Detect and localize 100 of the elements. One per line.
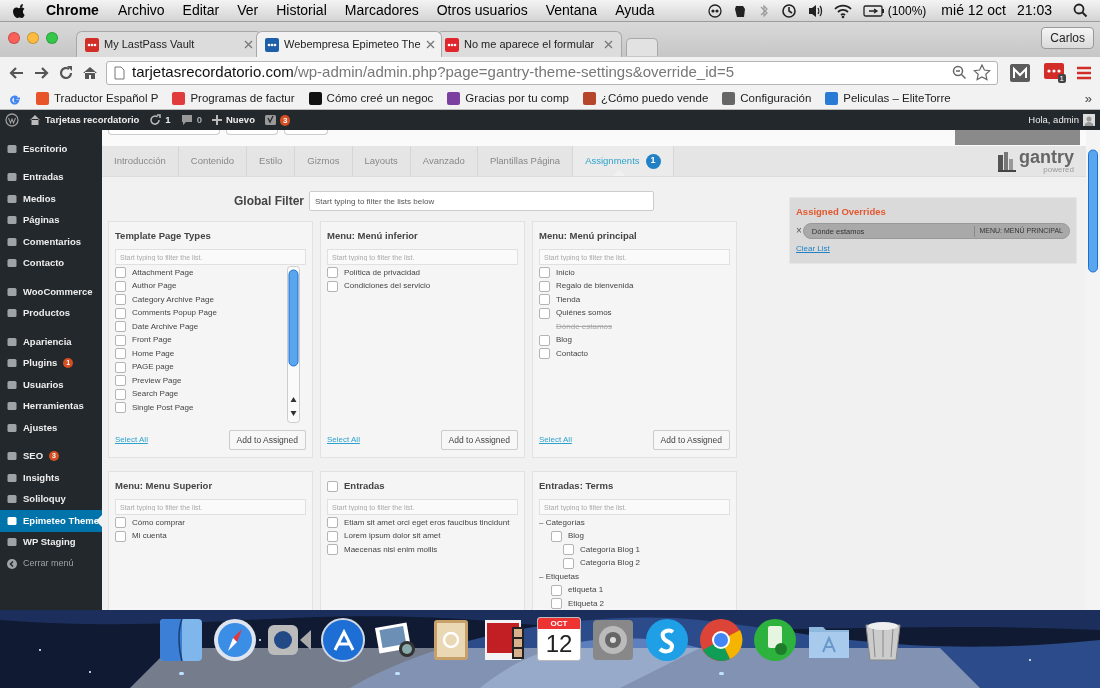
bookmark[interactable]: Traductor Español P	[36, 89, 159, 108]
time-label[interactable]: 21:03	[1016, 0, 1052, 21]
button[interactable]	[226, 130, 278, 135]
checkbox[interactable]	[539, 294, 550, 306]
sidebar-item[interactable]: Contacto	[0, 252, 102, 274]
sidebar-item[interactable]: Comentarios	[0, 231, 102, 253]
close-icon[interactable]	[244, 40, 253, 49]
add-to-assigned-button[interactable]: Add to Assigned	[440, 430, 518, 450]
menu-item[interactable]: Archivo	[117, 0, 165, 21]
date-label[interactable]: mié 12 oct	[941, 0, 1006, 21]
checkbox[interactable]	[115, 388, 126, 400]
dock-item[interactable]: OCT 12	[536, 617, 582, 679]
site-name-link[interactable]: Tarjetas recordatorio	[29, 112, 140, 128]
checkbox[interactable]	[327, 544, 338, 556]
close-window-button[interactable]	[8, 32, 20, 44]
checkbox[interactable]	[327, 280, 338, 292]
sidebar-item[interactable]: Usuarios	[0, 374, 102, 396]
sidebar-item[interactable]: Escritorio	[0, 138, 102, 160]
profile-button[interactable]: Carlos	[1041, 27, 1094, 49]
seo-link[interactable]: 3	[264, 114, 291, 126]
forward-icon[interactable]	[33, 64, 50, 81]
circle-icon[interactable]	[707, 3, 722, 18]
menu-item[interactable]: Ayuda	[615, 0, 655, 21]
bookmark[interactable]: Configuración	[722, 89, 812, 108]
back-icon[interactable]	[8, 64, 25, 81]
checkbox[interactable]	[563, 544, 574, 556]
volume-icon[interactable]	[807, 2, 823, 19]
comments-link[interactable]: 0	[180, 112, 202, 128]
checkbox[interactable]	[115, 530, 126, 542]
button[interactable]	[108, 130, 220, 135]
checkbox[interactable]	[539, 307, 550, 319]
checkbox[interactable]	[115, 294, 126, 306]
browser-tab[interactable]: Webempresa Epimeteo The	[256, 31, 442, 57]
button[interactable]	[284, 130, 328, 135]
minimize-window-button[interactable]	[27, 32, 39, 44]
apple-icon[interactable]	[12, 2, 26, 19]
home-icon[interactable]	[82, 64, 98, 81]
menu-item[interactable]: Ventana	[545, 0, 598, 21]
more-bookmarks-button[interactable]: »	[1084, 88, 1092, 109]
add-to-assigned-button[interactable]: Add to Assigned	[228, 430, 306, 450]
checkbox[interactable]	[115, 307, 126, 319]
clock-icon[interactable]	[780, 2, 797, 19]
sidebar-item[interactable]: Insights	[0, 467, 102, 489]
sidebar-item[interactable]: WP Staging	[0, 531, 102, 553]
checkbox[interactable]	[327, 480, 338, 492]
checkbox[interactable]	[115, 280, 126, 292]
checkbox[interactable]	[539, 280, 550, 292]
checkbox[interactable]	[327, 517, 338, 529]
bookmark[interactable]: Programas de factur	[172, 89, 295, 108]
sidebar-item[interactable]: Herramientas	[0, 395, 102, 417]
scrollbar[interactable]	[1086, 130, 1100, 610]
menu-item[interactable]: Marcadores	[344, 0, 419, 21]
menu-icon[interactable]	[1076, 64, 1092, 81]
new-tab-button[interactable]	[626, 38, 658, 56]
add-to-assigned-button[interactable]: Add to Assigned	[652, 430, 730, 450]
password-manager-icon[interactable]	[1044, 62, 1064, 79]
bookmark[interactable]: ¿Cómo puedo vende	[582, 89, 709, 108]
sidebar-item[interactable]: Soliloquy	[0, 488, 102, 510]
zoom-window-button[interactable]	[46, 32, 58, 44]
bookmark[interactable]: Peliculas – EliteTorre	[825, 89, 951, 108]
menu-item[interactable]: Editar	[182, 0, 220, 21]
checkbox[interactable]	[551, 598, 562, 610]
checkbox[interactable]	[115, 361, 126, 373]
new-content-link[interactable]: Nuevo	[211, 112, 255, 128]
checkbox[interactable]	[327, 267, 338, 279]
star-icon[interactable]	[973, 64, 991, 81]
close-icon[interactable]	[425, 40, 435, 49]
checkbox[interactable]	[115, 375, 126, 387]
scrollbar[interactable]	[287, 266, 300, 423]
bookmark[interactable]: Gracias por tu comp	[447, 89, 569, 108]
account-menu[interactable]: Hola, admin	[1028, 112, 1095, 128]
menu-item[interactable]: Historial	[276, 0, 327, 21]
checkbox[interactable]	[539, 267, 550, 279]
wordpress-logo-icon[interactable]	[5, 113, 19, 127]
sidebar-item[interactable]: Epimeteo Theme	[0, 510, 102, 532]
sidebar-item[interactable]: Apariencia	[0, 331, 102, 353]
sidebar-item[interactable]: Páginas	[0, 209, 102, 231]
menu-item[interactable]: Ver	[237, 0, 259, 21]
sidebar-item[interactable]: WooCommerce	[0, 281, 102, 303]
updates-link[interactable]: 1	[149, 112, 171, 128]
global-filter-field[interactable]: Start typing to filter the lists below	[309, 191, 654, 211]
settings-tab[interactable]: Assignments 1	[573, 146, 674, 176]
checkbox[interactable]	[539, 348, 550, 360]
sidebar-item[interactable]: Ajustes	[0, 417, 102, 439]
wifi-icon[interactable]	[833, 2, 852, 19]
bookmark[interactable]: Cómo creé un negoc	[308, 89, 434, 108]
checkbox[interactable]	[115, 517, 126, 529]
checkbox[interactable]	[551, 584, 562, 596]
sidebar-item[interactable]: Entradas	[0, 166, 102, 188]
battery-icon[interactable]	[862, 3, 885, 18]
checkbox[interactable]	[551, 530, 562, 542]
checkbox[interactable]	[563, 557, 574, 569]
remove-button[interactable]: ×	[796, 226, 802, 237]
sidebar-item[interactable]: Productos	[0, 302, 102, 324]
checkbox[interactable]	[539, 334, 550, 346]
address-bar[interactable]: tarjetasrecordatorio.com/wp-admin/admin.php?page=gantry-theme-settings&override_id=5	[106, 60, 998, 85]
checkbox[interactable]	[115, 267, 126, 279]
search-icon[interactable]	[1073, 3, 1088, 18]
checkbox[interactable]	[115, 402, 126, 414]
reload-icon[interactable]	[58, 64, 74, 81]
